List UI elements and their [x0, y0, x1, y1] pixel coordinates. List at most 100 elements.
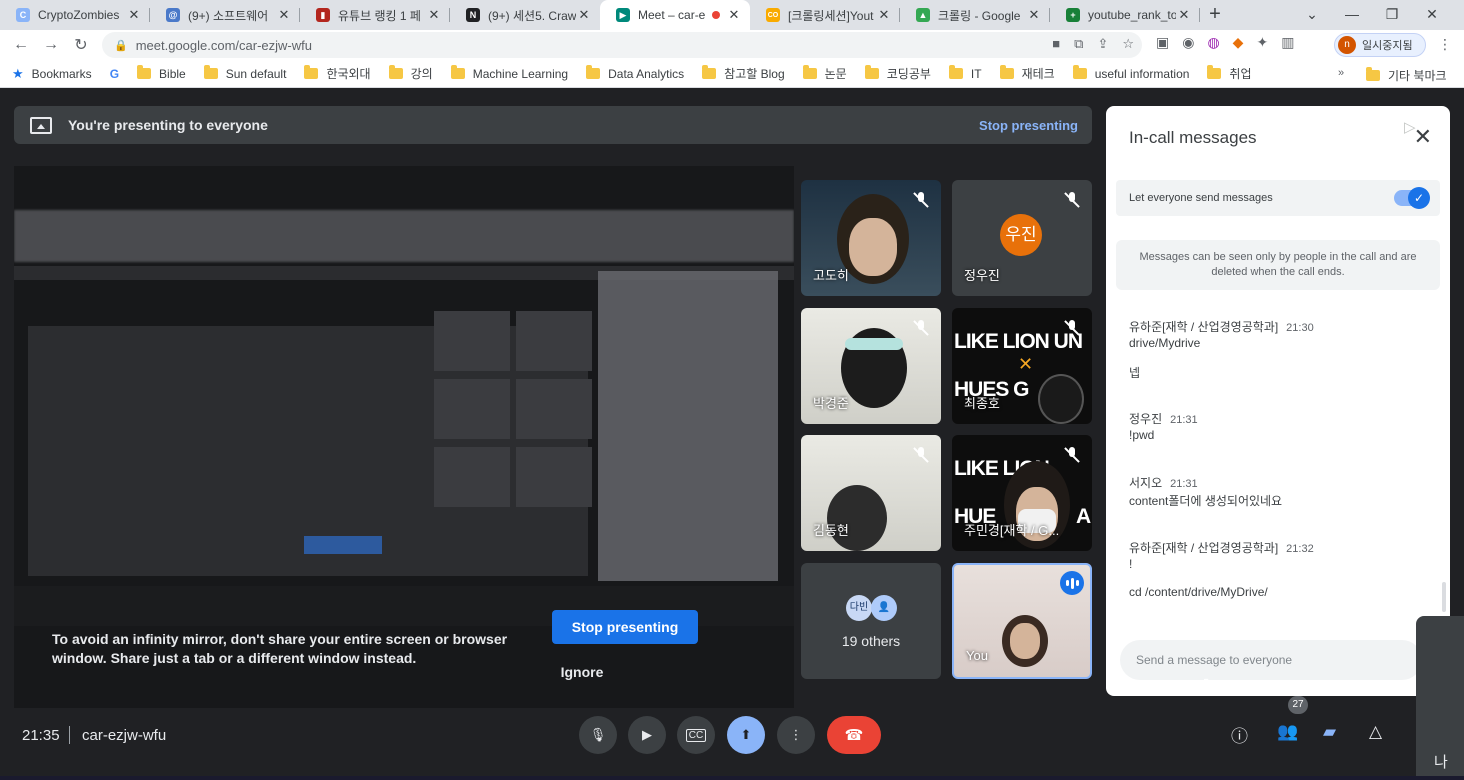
tab-close-icon[interactable]: ✕: [876, 7, 892, 23]
floating-side-tile[interactable]: 나: [1416, 616, 1464, 780]
captions-icon: CC: [685, 728, 707, 742]
tab-google-drive[interactable]: ▲ 크롤링 - Google ✕: [900, 0, 1050, 30]
metamask-fox-icon[interactable]: ◆: [1233, 34, 1244, 51]
participant-name: 고도히: [813, 268, 849, 283]
back-icon[interactable]: ←: [6, 36, 36, 54]
leave-call-button[interactable]: ☎: [827, 716, 881, 754]
mirror-chat-panel: [598, 271, 778, 581]
tab-close-icon[interactable]: ✕: [126, 7, 142, 23]
present-button[interactable]: ⬆: [727, 716, 765, 754]
participant-tile[interactable]: LIKE LION UN ✕ HUES G 최종호: [952, 308, 1092, 424]
ignore-button[interactable]: Ignore: [552, 664, 612, 680]
bookmarks-manager[interactable]: ★ Bookmarks: [12, 66, 92, 82]
participant-tile[interactable]: 박경준: [801, 308, 941, 424]
restore-icon[interactable]: ❐: [1372, 0, 1412, 30]
extension-purple-icon[interactable]: ◍: [1207, 34, 1219, 51]
tab-meet[interactable]: ▶ Meet – car-e ✕: [600, 0, 750, 30]
tab-close-icon[interactable]: ✕: [726, 7, 742, 23]
other-bookmarks[interactable]: 기타 북마크: [1366, 67, 1447, 84]
stop-presenting-button[interactable]: Stop presenting: [552, 610, 698, 644]
bookmark-star-icon[interactable]: ☆: [1122, 36, 1134, 52]
profile-button[interactable]: n 일시중지됨: [1334, 33, 1426, 57]
minimize-icon[interactable]: —: [1332, 0, 1372, 30]
message-input[interactable]: Send a message to everyone: [1120, 640, 1422, 680]
sidepanel-icon[interactable]: ▥: [1281, 34, 1294, 51]
bookmark-folder[interactable]: 한국외대: [304, 65, 371, 82]
window-controls: ⌄ — ❐ ✕: [1292, 0, 1452, 30]
share-icon[interactable]: ⇪: [1097, 36, 1108, 52]
send-icon[interactable]: ▷: [1404, 118, 1416, 136]
bookmarks-overflow-icon[interactable]: »: [1338, 67, 1344, 79]
url-field[interactable]: 🔒 meet.google.com/car-ezjw-wfu ■ ⧉ ⇪ ☆: [102, 32, 1142, 58]
tab-colab[interactable]: CO [크롤링세션]Yout ✕: [750, 0, 900, 30]
chart-favicon-icon: ▮: [316, 8, 330, 22]
forward-icon[interactable]: →: [36, 36, 66, 54]
tab-search-icon[interactable]: ⌄: [1292, 0, 1332, 30]
bookmark-folder[interactable]: 코딩공부: [864, 65, 931, 82]
meeting-info-icon[interactable]: ⓘ: [1231, 722, 1248, 747]
toggle-label: Let everyone send messages: [1129, 192, 1273, 204]
people-icon[interactable]: 👥: [1277, 722, 1298, 742]
more-options-button[interactable]: ⋮: [777, 716, 815, 754]
camera-icon[interactable]: ■: [1052, 36, 1060, 52]
bookmark-folder[interactable]: IT: [948, 65, 982, 81]
headphones-icon: [845, 338, 903, 350]
tab-sheets[interactable]: + youtube_rank_to ✕: [1050, 0, 1200, 30]
extension-face-icon[interactable]: ◉: [1182, 34, 1194, 51]
bookmark-google[interactable]: G: [110, 67, 119, 81]
bookmark-folder[interactable]: 논문: [802, 65, 847, 82]
message-time: 21:30: [1286, 322, 1314, 334]
participant-tile[interactable]: 김동현: [801, 435, 941, 551]
kebab-menu-icon: ⋮: [789, 727, 803, 742]
reload-icon[interactable]: ↻: [66, 35, 96, 55]
reader-icon[interactable]: ▣: [1156, 34, 1169, 51]
captions-button[interactable]: CC: [677, 716, 715, 754]
new-tab-button[interactable]: +: [1200, 0, 1230, 30]
bookmarks-bar: ★ Bookmarks G Bible Sun default 한국외대 강의 …: [0, 60, 1464, 88]
tab-software[interactable]: @ (9+) 소프트웨어 ✕: [150, 0, 300, 30]
bookmark-folder[interactable]: Sun default: [203, 65, 286, 81]
bookmark-folder[interactable]: Bible: [137, 65, 186, 81]
chat-icon[interactable]: ▰: [1323, 722, 1336, 742]
stop-presenting-link[interactable]: Stop presenting: [979, 118, 1078, 133]
translate-icon[interactable]: ⧉: [1074, 36, 1083, 52]
participant-tile[interactable]: 우진 정우진: [952, 180, 1092, 296]
close-panel-icon[interactable]: ✕: [1414, 124, 1432, 150]
activities-icon[interactable]: △: [1369, 722, 1382, 742]
bookmark-folder[interactable]: 강의: [388, 65, 433, 82]
mirror-tile: [434, 379, 510, 439]
message-sender: 서지오: [1129, 476, 1163, 490]
participant-tile[interactable]: 고도히: [801, 180, 941, 296]
bookmark-folder[interactable]: 참고할 Blog: [702, 65, 785, 82]
menu-kebab-icon[interactable]: ⋮: [1438, 36, 1452, 53]
tab-title: 크롤링 - Google: [938, 8, 1021, 23]
allow-messages-toggle[interactable]: [1394, 187, 1430, 209]
tab-youtube-ranking[interactable]: ▮ 유튜브 랭킹 1 페 ✕: [300, 0, 450, 30]
puzzle-icon[interactable]: ✦: [1256, 34, 1268, 51]
self-tile[interactable]: You: [952, 563, 1092, 679]
tab-cryptozombies[interactable]: C CryptoZombies ✕: [0, 0, 150, 30]
participants-count-badge: 27: [1288, 696, 1308, 714]
chat-scrollbar[interactable]: [1442, 582, 1446, 612]
tab-close-icon[interactable]: ✕: [1176, 7, 1192, 23]
bookmark-folder[interactable]: 취업: [1207, 65, 1252, 82]
message-text: cd /content/drive/MyDrive/: [1129, 585, 1268, 599]
bookmark-folder[interactable]: Machine Learning: [450, 65, 568, 81]
tab-close-icon[interactable]: ✕: [576, 7, 592, 23]
others-tile[interactable]: 다빈 👤 19 others: [801, 563, 941, 679]
folder-icon: [1072, 65, 1087, 79]
close-window-icon[interactable]: ✕: [1412, 0, 1452, 30]
bookmark-folder[interactable]: Data Analytics: [586, 65, 685, 81]
bookmark-folder[interactable]: useful information: [1072, 65, 1189, 81]
bookmark-label: Data Analytics: [608, 66, 685, 81]
tab-close-icon[interactable]: ✕: [276, 7, 292, 23]
present-screen-icon: [30, 116, 52, 134]
tab-close-icon[interactable]: ✕: [426, 7, 442, 23]
mic-off-icon: [913, 192, 929, 208]
tab-close-icon[interactable]: ✕: [1026, 7, 1042, 23]
bookmark-folder[interactable]: 재테크: [999, 65, 1055, 82]
participant-tile[interactable]: LIKE LION HUE A 주민경[재학 / G...: [952, 435, 1092, 551]
microphone-button[interactable]: 🎙: [579, 716, 617, 754]
tab-notion-session[interactable]: N (9+) 세션5. Craw ✕: [450, 0, 600, 30]
camera-button[interactable]: ▶: [628, 716, 666, 754]
